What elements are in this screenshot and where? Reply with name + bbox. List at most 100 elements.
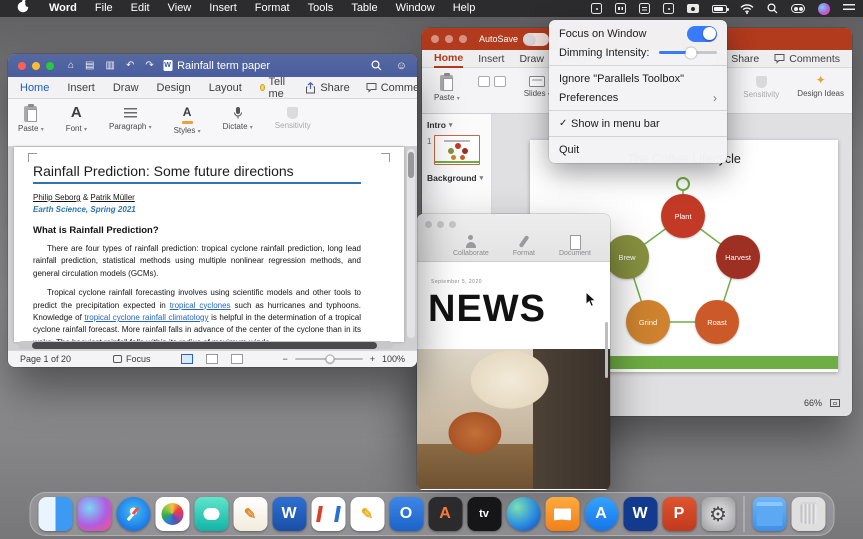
dock-powerpoint[interactable]: P — [662, 497, 696, 531]
parallels-status-icon[interactable] — [639, 2, 650, 15]
siri-icon[interactable] — [818, 2, 830, 15]
styles-group-button[interactable]: A Styles ▾ — [174, 104, 201, 135]
account-icon[interactable]: ☺ — [396, 60, 407, 72]
vertical-scrollbar[interactable] — [407, 149, 415, 338]
minimize-button[interactable] — [445, 35, 453, 43]
document-heading[interactable]: What is Rainfall Prediction? — [33, 225, 361, 236]
document-button[interactable]: Document — [559, 235, 591, 257]
focus-button[interactable]: Focus — [113, 354, 151, 364]
design-ideas-button[interactable]: ✦ Design Ideas — [797, 73, 844, 99]
menu-item-ignore-parallels-toolbox[interactable]: Ignore "Parallels Toolbox" — [549, 69, 727, 88]
apple-menu[interactable] — [8, 0, 38, 19]
zoom-button[interactable] — [46, 62, 54, 70]
notification-center-icon[interactable] — [843, 2, 855, 15]
camera-status-icon[interactable] — [687, 2, 699, 15]
redo-icon[interactable]: ↷ — [145, 54, 153, 77]
view-web-layout-button[interactable] — [231, 354, 243, 364]
mini-button[interactable] — [478, 76, 490, 87]
menu-item-show-in-menu-bar[interactable]: ✓ Show in menu bar — [549, 114, 727, 133]
zoom-in-button[interactable]: + — [370, 354, 375, 364]
menu-item-focus-on-window[interactable]: Focus on Window — [549, 24, 727, 43]
newsletter-document[interactable]: September 5, 2020 NEWS — [417, 262, 610, 489]
scrollbar-thumb[interactable] — [605, 322, 608, 378]
undo-icon[interactable]: ↶ — [126, 54, 134, 77]
word-window[interactable]: ⌂ ▤ ▥ ↶ ↷ W Rainfall term paper ☺ Home I… — [8, 54, 417, 367]
pages-traffic-lights[interactable] — [425, 221, 456, 228]
menu-window[interactable]: Window — [387, 0, 444, 17]
hyperlink-rainfall-climatology[interactable]: tropical cyclone rainfall climatology — [84, 313, 208, 322]
zoom-button[interactable] — [459, 35, 467, 43]
home-icon[interactable]: ⌂ — [68, 54, 74, 77]
fit-slide-icon[interactable] — [830, 399, 840, 407]
menu-edit[interactable]: Edit — [122, 0, 159, 17]
document-page[interactable]: Rainfall Prediction: Some future directi… — [14, 147, 404, 342]
battery-icon[interactable] — [712, 2, 727, 15]
menu-word[interactable]: Word — [38, 0, 86, 17]
dock-downloads-folder[interactable] — [752, 497, 786, 531]
autosave-toggle[interactable] — [523, 33, 549, 46]
scrollbar-thumb[interactable] — [32, 342, 377, 349]
print-icon[interactable]: ▥ — [106, 54, 115, 77]
page-indicator[interactable]: Page 1 of 20 — [20, 354, 71, 364]
dock-parallels-desktop[interactable] — [311, 497, 345, 531]
menu-tools[interactable]: Tools — [299, 0, 343, 17]
tell-me-button[interactable]: Tell me — [260, 76, 288, 100]
cycle-node-plant[interactable]: Plant — [661, 194, 705, 238]
document-course[interactable]: Earth Science, Spring 2021 — [33, 205, 361, 214]
dock-pencil-app[interactable]: ✎ — [350, 497, 384, 531]
zoom-slider[interactable] — [295, 358, 363, 360]
view-print-layout-button[interactable] — [206, 354, 218, 364]
save-icon[interactable]: ▤ — [85, 54, 94, 77]
control-center-icon[interactable] — [791, 2, 805, 15]
wifi-icon[interactable] — [740, 2, 754, 15]
dock-edge[interactable] — [506, 497, 540, 531]
zoom-slider-knob[interactable] — [326, 355, 335, 364]
word-titlebar[interactable]: ⌂ ▤ ▥ ↶ ↷ W Rainfall term paper ☺ — [8, 54, 417, 77]
dock-trash[interactable] — [791, 497, 825, 531]
dock-pen-app[interactable]: ✎ — [233, 497, 267, 531]
word-traffic-lights[interactable] — [18, 62, 54, 70]
focus-on-window-toggle[interactable] — [687, 26, 717, 42]
slides-button[interactable]: Slides ▾ — [524, 73, 551, 98]
paste-button[interactable]: Paste ▾ — [434, 73, 460, 102]
font-group-button[interactable]: A Font ▾ — [66, 104, 87, 133]
menu-file[interactable]: File — [86, 0, 122, 17]
cycle-node-brew[interactable]: Brew — [605, 235, 649, 279]
search-icon[interactable] — [371, 60, 382, 71]
document-paragraph-1[interactable]: There are four types of rainfall predict… — [33, 243, 361, 280]
tab-layout[interactable]: Layout — [209, 82, 242, 94]
tab-home[interactable]: Home — [434, 50, 463, 68]
horizontal-scrollbar[interactable] — [18, 341, 393, 349]
zoom-level[interactable]: 100% — [382, 354, 405, 364]
paragraph-group-button[interactable]: Paragraph ▾ — [109, 104, 152, 131]
dock-safari[interactable] — [116, 497, 150, 531]
menu-item-quit[interactable]: Quit — [549, 140, 727, 159]
dock-books[interactable] — [545, 497, 579, 531]
dock-pixelmator[interactable]: A — [428, 497, 462, 531]
cycle-node-roast[interactable]: Roast — [695, 300, 739, 344]
slider-knob[interactable] — [685, 47, 696, 58]
dock-outlook[interactable]: O — [389, 497, 423, 531]
close-button[interactable] — [18, 62, 26, 70]
document-authors[interactable]: Philip Seborg & Patrik Müller — [33, 193, 361, 202]
document-paragraph-2[interactable]: Tropical cyclone rainfall forecasting in… — [33, 287, 361, 342]
format-buttons[interactable] — [478, 76, 506, 87]
document-title[interactable]: Rainfall Prediction: Some future directi… — [33, 163, 361, 184]
menu-insert[interactable]: Insert — [200, 0, 246, 17]
share-button[interactable]: Share — [305, 82, 349, 94]
comments-button[interactable]: Comments — [774, 53, 840, 65]
dock-messages[interactable] — [194, 497, 228, 531]
close-button[interactable] — [431, 35, 439, 43]
dock-siri[interactable] — [77, 497, 111, 531]
input-source-icon[interactable] — [591, 2, 602, 15]
paste-button[interactable]: Paste ▾ — [18, 104, 44, 133]
dock-apple-tv[interactable]: tv — [467, 497, 501, 531]
tab-draw[interactable]: Draw — [113, 82, 139, 94]
scrollbar-thumb[interactable] — [408, 152, 414, 178]
tab-design[interactable]: Design — [157, 82, 191, 94]
menu-view[interactable]: View — [159, 0, 201, 17]
slide-thumbnail-1[interactable]: 1 — [427, 135, 486, 165]
zoom-out-button[interactable]: − — [282, 354, 287, 364]
minimize-button[interactable] — [437, 221, 444, 228]
word-document-area[interactable]: Rainfall Prediction: Some future directi… — [8, 147, 417, 350]
